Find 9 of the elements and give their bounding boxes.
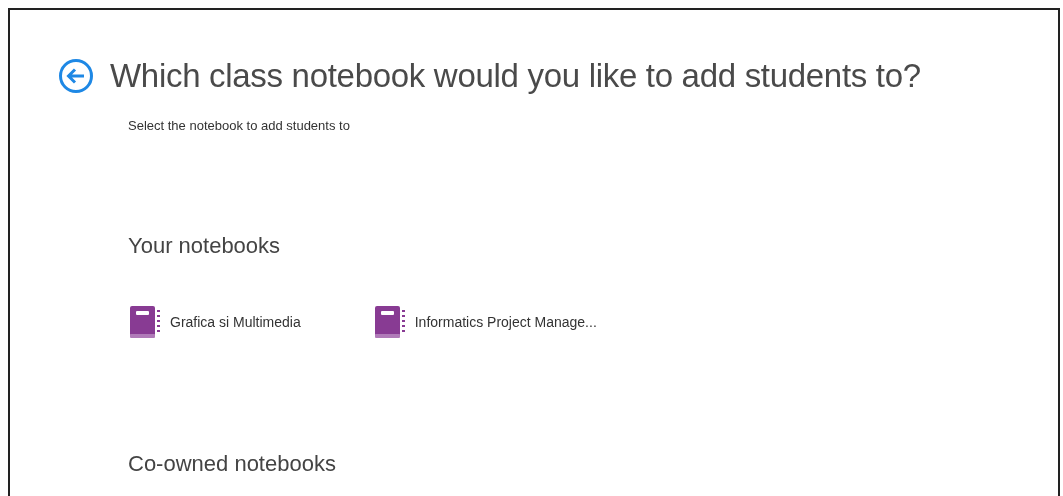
notebook-item[interactable]: Grafica si Multimedia — [128, 305, 301, 340]
notebook-icon — [128, 305, 162, 340]
back-button[interactable] — [58, 57, 94, 94]
dialog-subtitle: Select the notebook to add students to — [128, 116, 351, 135]
notebook-item[interactable]: Informatics Project Manage... — [372, 305, 597, 340]
section-heading: Co-owned notebooks — [128, 451, 337, 478]
section-heading: Your notebooks — [128, 233, 282, 260]
dialog-title: Which class notebook would you like to add students to? — [110, 56, 921, 96]
notebook-icon — [372, 305, 407, 340]
